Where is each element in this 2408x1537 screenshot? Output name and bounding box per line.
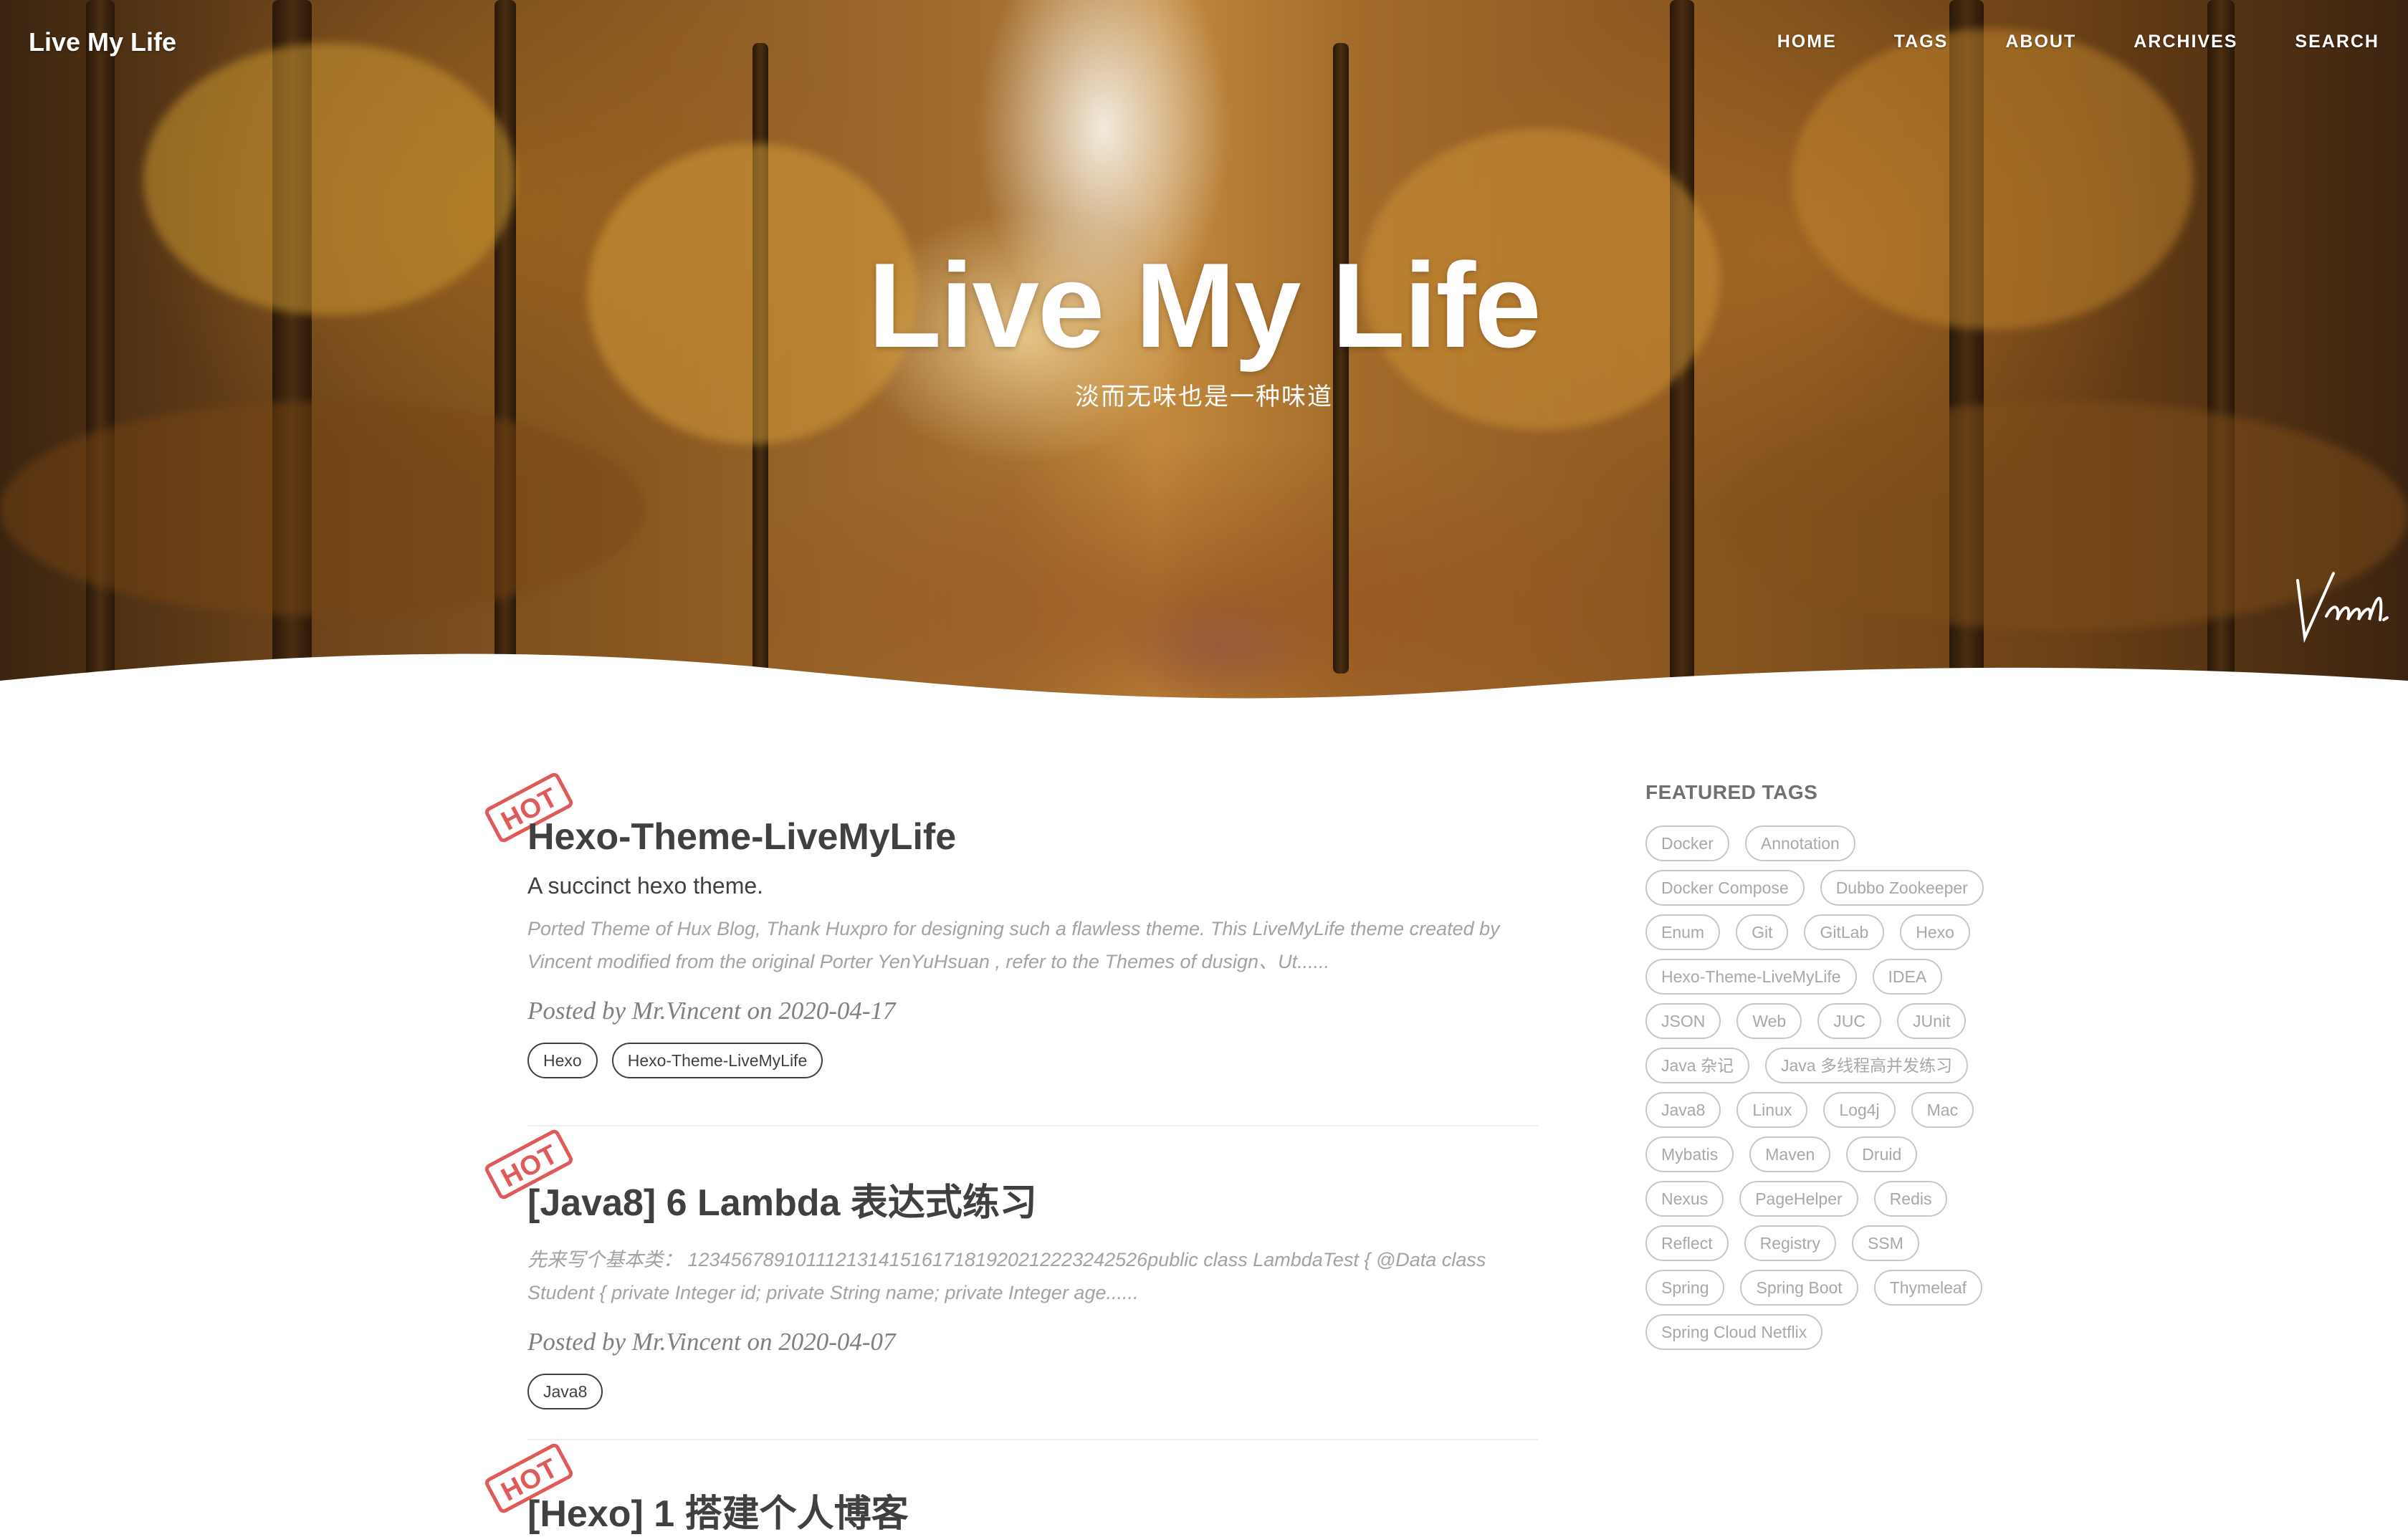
- post-meta: Posted by Mr.Vincent on 2020-04-17: [527, 997, 896, 1025]
- featured-tag[interactable]: Druid: [1846, 1136, 1918, 1172]
- nav-home[interactable]: HOME: [1777, 32, 1837, 52]
- nav-search[interactable]: SEARCH: [2295, 32, 2379, 52]
- post-title[interactable]: [Hexo] 1 搭建个人博客: [527, 1483, 1538, 1537]
- featured-tag[interactable]: Nexus: [1645, 1181, 1724, 1217]
- featured-tag[interactable]: Web: [1736, 1003, 1802, 1039]
- signature-logo: [2296, 572, 2389, 643]
- post-excerpt[interactable]: Ported Theme of Hux Blog, Thank Huxpro f…: [527, 912, 1538, 978]
- post-excerpt[interactable]: 先来写个基本类： 1234567891011121314151617181920…: [527, 1243, 1538, 1309]
- featured-tag[interactable]: IDEA: [1872, 959, 1943, 995]
- post-preview[interactable]: [Java8] 6 Lambda 表达式练习 先来写个基本类： 12345678…: [527, 1172, 1538, 1409]
- featured-tag[interactable]: Java8: [1645, 1092, 1721, 1128]
- featured-tag[interactable]: JSON: [1645, 1003, 1721, 1039]
- featured-tag[interactable]: Linux: [1736, 1092, 1808, 1128]
- featured-tag[interactable]: Enum: [1645, 914, 1721, 950]
- nav-archives[interactable]: ARCHIVES: [2134, 32, 2237, 52]
- hero-subtitle: 淡而无味也是一种味道: [1075, 383, 1333, 411]
- featured-tag[interactable]: SSM: [1851, 1225, 1919, 1261]
- post-title[interactable]: [Java8] 6 Lambda 表达式练习: [527, 1172, 1538, 1226]
- foliage: [0, 401, 645, 616]
- featured-tag[interactable]: Git: [1736, 914, 1789, 950]
- featured-tag[interactable]: Docker Compose: [1645, 870, 1805, 906]
- post-tag[interactable]: Hexo: [527, 1043, 598, 1078]
- post-divider: [527, 1439, 1538, 1440]
- featured-tag[interactable]: Docker: [1645, 825, 1729, 861]
- featured-tag[interactable]: Spring: [1645, 1270, 1725, 1306]
- featured-tag[interactable]: Dubbo Zookeeper: [1820, 870, 1984, 906]
- post-divider: [527, 1125, 1538, 1126]
- featured-tag[interactable]: Hexo-Theme-LiveMyLife: [1645, 959, 1857, 995]
- sidebar-title: FEATURED TAGS: [1645, 781, 1818, 803]
- featured-tag[interactable]: Spring Cloud Netflix: [1645, 1314, 1823, 1350]
- tag-cloud: Docker Annotation Docker Compose Dubbo Zook…: [1645, 825, 2004, 1350]
- featured-tag[interactable]: PageHelper: [1739, 1181, 1858, 1217]
- featured-tags-sidebar: FEATURED TAGS Docker Annotation Docker Com…: [1645, 781, 2004, 1350]
- featured-tag[interactable]: Spring Boot: [1740, 1270, 1858, 1306]
- featured-tag[interactable]: Registry: [1744, 1225, 1836, 1261]
- post-tags: Hexo Hexo-Theme-LiveMyLife: [527, 1043, 1538, 1078]
- post-meta: Posted by Mr.Vincent on 2020-04-07: [527, 1328, 896, 1356]
- featured-tag[interactable]: Redis: [1873, 1181, 1948, 1217]
- featured-tag[interactable]: Hexo: [1900, 914, 1970, 950]
- post-preview[interactable]: Hexo-Theme-LiveMyLife A succinct hexo th…: [527, 815, 1538, 1078]
- hero-banner: Live My Life HOME TAGS ABOUT ARCHIVES SE…: [0, 0, 2408, 724]
- featured-tag[interactable]: Thymeleaf: [1873, 1270, 1983, 1306]
- post-tags: Java8: [527, 1374, 1538, 1409]
- post-tag[interactable]: Java8: [527, 1374, 603, 1409]
- post-subtitle[interactable]: A succinct hexo theme.: [527, 873, 1538, 899]
- featured-tag[interactable]: GitLab: [1804, 914, 1885, 950]
- nav-tags[interactable]: TAGS: [1894, 32, 1949, 52]
- post-preview[interactable]: [Hexo] 1 搭建个人博客: [527, 1483, 1538, 1537]
- site-brand[interactable]: Live My Life: [29, 27, 176, 57]
- post-tag[interactable]: Hexo-Theme-LiveMyLife: [611, 1043, 823, 1078]
- featured-tag[interactable]: JUC: [1817, 1003, 1881, 1039]
- featured-tag[interactable]: Java 多线程高并发练习: [1764, 1048, 1968, 1083]
- post-title[interactable]: Hexo-Theme-LiveMyLife: [527, 815, 1538, 858]
- main-nav: HOME TAGS ABOUT ARCHIVES SEARCH: [1720, 32, 2379, 52]
- nav-about[interactable]: ABOUT: [2005, 32, 2076, 52]
- featured-tag[interactable]: Java 杂记: [1645, 1048, 1749, 1083]
- hero-title: Live My Life: [868, 238, 1542, 373]
- featured-tag[interactable]: JUnit: [1896, 1003, 1967, 1039]
- featured-tag[interactable]: Maven: [1749, 1136, 1831, 1172]
- featured-tag[interactable]: Log4j: [1823, 1092, 1896, 1128]
- featured-tag[interactable]: Mac: [1911, 1092, 1974, 1128]
- featured-tag[interactable]: Reflect: [1645, 1225, 1729, 1261]
- wave-divider: [0, 653, 2408, 724]
- featured-tag[interactable]: Annotation: [1744, 825, 1855, 861]
- featured-tag[interactable]: Mybatis: [1645, 1136, 1734, 1172]
